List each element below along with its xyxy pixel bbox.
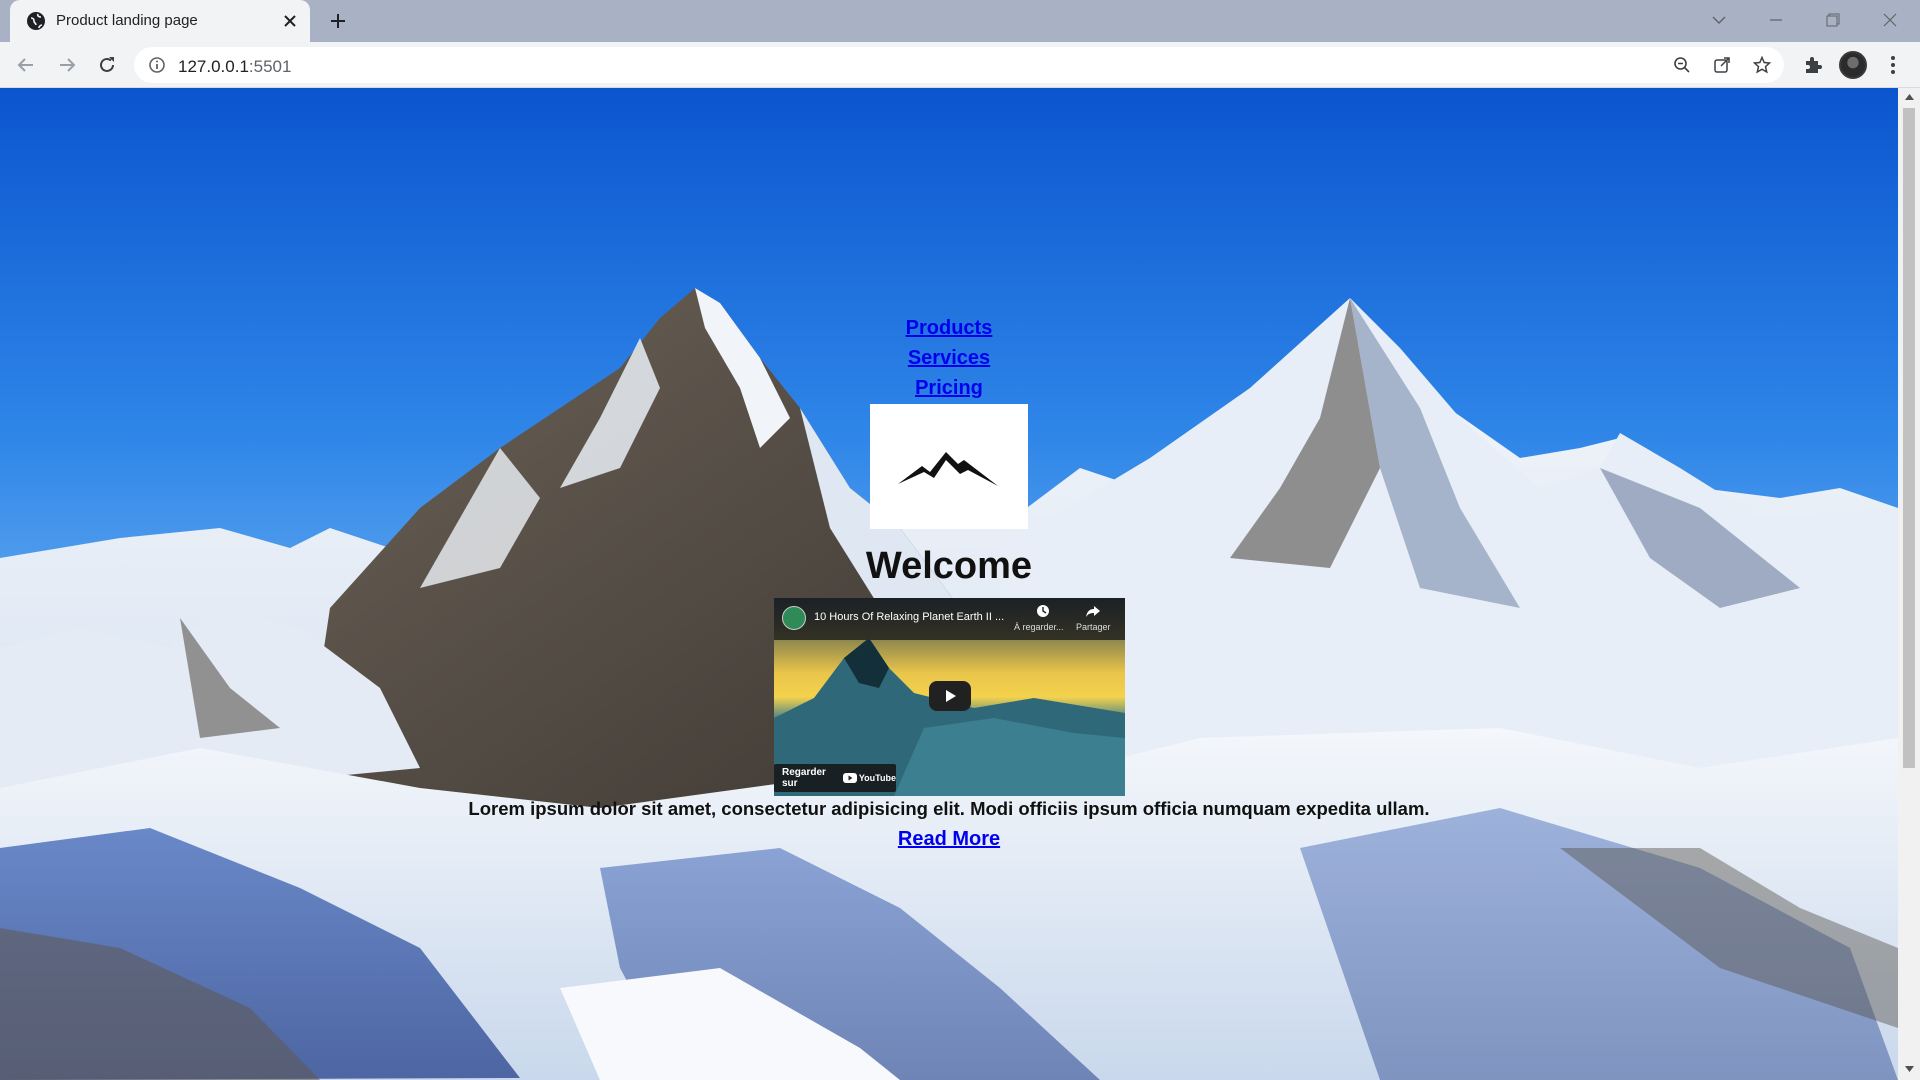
- reload-icon[interactable]: [93, 51, 121, 79]
- youtube-logo-icon: [842, 773, 857, 783]
- page-scrollbar[interactable]: [1898, 88, 1920, 1080]
- minimize-icon[interactable]: [1762, 8, 1790, 32]
- info-icon[interactable]: [148, 56, 166, 74]
- hero-description: Lorem ipsum dolor sit amet, consectetur …: [468, 798, 1430, 819]
- scroll-up-arrow-icon[interactable]: [1898, 88, 1920, 106]
- video-title[interactable]: 10 Hours Of Relaxing Planet Earth II ...: [814, 611, 1004, 623]
- url-host: 127.0.0.1: [178, 57, 249, 76]
- read-more-link[interactable]: Read More: [0, 828, 1898, 851]
- share-label[interactable]: Partager: [1076, 622, 1111, 632]
- nav-link-products[interactable]: Products: [0, 317, 1898, 340]
- url-port: :5501: [248, 57, 292, 76]
- tab-search-chevron-icon[interactable]: [1705, 8, 1733, 32]
- zoom-out-icon[interactable]: [1670, 53, 1694, 77]
- page-title: Welcome: [865, 545, 1033, 587]
- channel-avatar[interactable]: [782, 606, 806, 630]
- menu-icon[interactable]: [1880, 52, 1906, 78]
- watch-later-label[interactable]: À regarder...: [1014, 622, 1064, 632]
- forward-icon[interactable]: [53, 51, 81, 79]
- scrollbar-thumb[interactable]: [1903, 108, 1915, 768]
- page-content: Products Services Pricing Welcome 10 Hou…: [0, 88, 1898, 1080]
- play-icon[interactable]: [929, 681, 971, 711]
- tab-title: Product landing page: [56, 12, 198, 29]
- close-icon[interactable]: [278, 9, 302, 33]
- clock-icon[interactable]: [1036, 604, 1050, 623]
- tab-strip: Product landing page: [0, 0, 1920, 42]
- logo: [870, 404, 1028, 529]
- url-text[interactable]: 127.0.0.1:5501: [178, 57, 291, 77]
- watch-on-youtube-button[interactable]: Regarder sur YouTube: [774, 764, 896, 792]
- star-icon[interactable]: [1750, 53, 1774, 77]
- browser-toolbar: 127.0.0.1:5501: [0, 42, 1920, 88]
- youtube-video-embed[interactable]: 10 Hours Of Relaxing Planet Earth II ...…: [774, 598, 1125, 796]
- extensions-icon[interactable]: [1800, 52, 1826, 78]
- share-arrow-icon[interactable]: [1086, 605, 1100, 623]
- nav-link-services[interactable]: Services: [0, 347, 1898, 370]
- globe-icon: [26, 11, 46, 31]
- restore-icon[interactable]: [1819, 8, 1847, 32]
- window-close-icon[interactable]: [1876, 8, 1904, 32]
- avatar[interactable]: [1839, 51, 1867, 79]
- mountain-logo-icon: [898, 452, 998, 486]
- youtube-brand-label: YouTube: [858, 773, 896, 783]
- address-bar[interactable]: 127.0.0.1:5501: [134, 47, 1784, 83]
- browser-tab[interactable]: Product landing page: [10, 0, 310, 42]
- plus-icon[interactable]: [326, 9, 350, 33]
- back-icon[interactable]: [12, 51, 40, 79]
- share-icon[interactable]: [1710, 53, 1734, 77]
- scroll-down-arrow-icon[interactable]: [1898, 1060, 1920, 1078]
- watch-on-label: Regarder sur: [782, 767, 826, 789]
- page-viewport: Products Services Pricing Welcome 10 Hou…: [0, 88, 1898, 1080]
- nav-link-pricing[interactable]: Pricing: [0, 377, 1898, 400]
